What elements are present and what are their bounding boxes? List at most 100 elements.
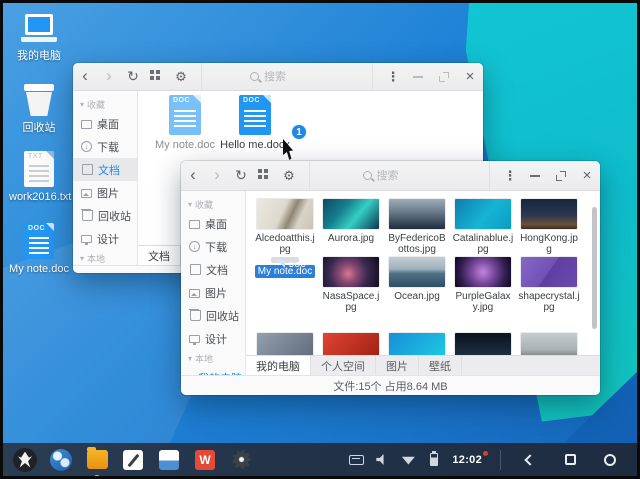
tab-pictures[interactable]: 图片 — [376, 356, 419, 375]
image-thumbnail — [455, 199, 511, 229]
sidebar-item-trash[interactable]: 回收站 — [73, 204, 137, 227]
wifi-button[interactable] — [400, 452, 416, 468]
sidebar-item-downloads[interactable]: ↓下载 — [181, 235, 245, 258]
notes-button[interactable] — [121, 448, 145, 472]
desktop-icon-txt-file[interactable]: TXT work2016.txt — [9, 150, 69, 203]
nav-recent-button[interactable] — [595, 448, 625, 472]
sidebar-item-pictures[interactable]: 图片 — [181, 281, 245, 304]
refresh-button[interactable]: ↻ — [229, 161, 253, 190]
file-my-note-doc-selected[interactable]: DOC My note.doc — [252, 257, 318, 313]
battery-button[interactable] — [426, 452, 442, 468]
chevron-down-icon: ▾ — [80, 100, 84, 109]
file-thumbnail-row3[interactable] — [252, 333, 318, 355]
front-window-statusbar: 文件:15个 占用8.64 MB — [181, 375, 600, 395]
sidebar-item-downloads[interactable]: ↓下载 — [73, 135, 137, 158]
drag-count-badge: 1 — [291, 124, 307, 140]
front-window-titlebar[interactable]: ‹ › ↻ ⚙ ⋮ × — [181, 161, 600, 191]
close-button[interactable]: × — [457, 63, 483, 90]
sidebar-section-favorites[interactable]: ▾收藏 — [181, 196, 245, 212]
file-hello-me-docx[interactable]: DOC Hello me.docx — [220, 95, 290, 151]
sidebar-item-documents[interactable]: 文档 — [73, 158, 137, 181]
tab-computer[interactable]: 我的电脑 — [246, 356, 311, 375]
search-input[interactable] — [264, 71, 324, 83]
forward-button[interactable]: › — [97, 63, 121, 90]
file-ocean[interactable]: Ocean.jpg — [384, 257, 450, 313]
minimize-button[interactable] — [522, 161, 548, 190]
sidebar-item-computer[interactable]: ▶我的电脑 — [181, 366, 245, 375]
file-manager-button[interactable] — [85, 448, 109, 472]
sidebar-section-local[interactable]: ▾本地 — [181, 350, 245, 366]
file-my-note-doc[interactable]: DOC My note.doc — [150, 95, 220, 151]
file-shapecrystal[interactable]: shapecrystal.jpg — [516, 257, 582, 313]
file-byfedericobottos[interactable]: ByFedericoBottos.jpg — [384, 199, 450, 255]
image-thumbnail — [389, 257, 445, 287]
view-grid-button[interactable] — [253, 161, 277, 190]
back-window-sidebar: ▾收藏 桌面 ↓下载 文档 图片 回收站 设计 ▾本地 — [73, 91, 138, 265]
search-input[interactable] — [377, 170, 437, 182]
input-method-button[interactable] — [348, 452, 364, 468]
gear-icon — [231, 449, 252, 470]
file-aurora[interactable]: Aurora.jpg — [318, 199, 384, 255]
nav-home-button[interactable] — [555, 448, 585, 472]
clock[interactable]: 12:02 — [452, 454, 486, 466]
forward-button[interactable]: › — [205, 161, 229, 190]
sidebar-item-desktop[interactable]: 桌面 — [181, 212, 245, 235]
image-thumbnail — [389, 199, 445, 229]
menu-button[interactable]: ⋮ — [381, 63, 405, 90]
sidebar-item-design[interactable]: 设计 — [181, 327, 245, 350]
volume-button[interactable] — [374, 452, 390, 468]
tab-personal-space[interactable]: 个人空间 — [311, 356, 376, 375]
file-thumbnail-row3[interactable] — [318, 333, 384, 355]
file-thumbnail-row3[interactable] — [450, 333, 516, 355]
maximize-button[interactable] — [431, 63, 457, 90]
sidebar-item-documents[interactable]: 文档 — [181, 258, 245, 281]
maximize-button[interactable] — [548, 161, 574, 190]
sidebar-item-pictures[interactable]: 图片 — [73, 181, 137, 204]
search-box[interactable] — [201, 63, 373, 90]
vertical-scrollbar[interactable] — [592, 207, 597, 329]
wps-office-button[interactable]: W — [193, 448, 217, 472]
sidebar-item-desktop[interactable]: 桌面 — [73, 112, 137, 135]
sidebar-section-local[interactable]: ▾本地 — [73, 250, 137, 265]
file-thumbnail-row3[interactable] — [384, 333, 450, 355]
file-nasaspace[interactable]: NasaSpace.jpg — [318, 257, 384, 313]
tab-documents[interactable]: 文档 — [138, 246, 181, 265]
nav-back-button[interactable] — [515, 448, 545, 472]
view-grid-button[interactable] — [145, 63, 169, 90]
image-thumbnail — [257, 199, 313, 229]
browser-button[interactable] — [49, 448, 73, 472]
sidebar-item-trash[interactable]: 回收站 — [181, 304, 245, 327]
refresh-button[interactable]: ↻ — [121, 63, 145, 90]
file-hongkong[interactable]: HongKong.jpg — [516, 199, 582, 255]
desktop-icon-computer[interactable]: 我的电脑 — [9, 9, 69, 62]
recent-circle-icon — [604, 454, 616, 466]
back-window-titlebar[interactable]: ‹ › ↻ ⚙ ⋮ × — [73, 63, 483, 91]
back-button[interactable]: ‹ — [73, 63, 97, 90]
wps-icon: W — [195, 450, 215, 470]
settings-button[interactable]: ⚙ — [169, 63, 193, 90]
menu-button[interactable]: ⋮ — [498, 161, 522, 190]
mail-button[interactable] — [157, 448, 181, 472]
sidebar-item-design[interactable]: 设计 — [73, 227, 137, 250]
minimize-button[interactable] — [405, 63, 431, 90]
desktop-icon-trash[interactable]: 回收站 — [9, 81, 69, 134]
search-icon — [250, 72, 259, 81]
file-thumbnail-row3[interactable] — [516, 333, 582, 355]
computer-icon — [21, 14, 57, 42]
file-manager-window-computer: ‹ › ↻ ⚙ ⋮ × ▾收藏 桌面 ↓下载 文档 图片 回收站 设计 — [181, 161, 600, 395]
image-thumbnail — [257, 333, 313, 355]
sidebar-section-favorites[interactable]: ▾收藏 — [73, 96, 137, 112]
launcher-button[interactable] — [13, 448, 37, 472]
file-catalinablue[interactable]: Catalinablue.jpg — [450, 199, 516, 255]
settings-button[interactable]: ⚙ — [277, 161, 301, 190]
file-alcedoatthis[interactable]: Alcedoatthis.jpg — [252, 199, 318, 255]
tab-wallpaper[interactable]: 壁纸 — [419, 356, 462, 375]
file-purplegalaxy[interactable]: PurpleGalaxy.jpg — [450, 257, 516, 313]
search-box[interactable] — [309, 161, 490, 190]
desktop-icon-doc-file[interactable]: DOC My note.doc — [9, 222, 69, 275]
front-window-file-area[interactable]: Alcedoatthis.jpg Aurora.jpg ByFedericoBo… — [246, 191, 600, 355]
home-square-icon — [565, 454, 576, 465]
close-button[interactable]: × — [574, 161, 600, 190]
back-button[interactable]: ‹ — [181, 161, 205, 190]
settings-button[interactable] — [229, 448, 253, 472]
